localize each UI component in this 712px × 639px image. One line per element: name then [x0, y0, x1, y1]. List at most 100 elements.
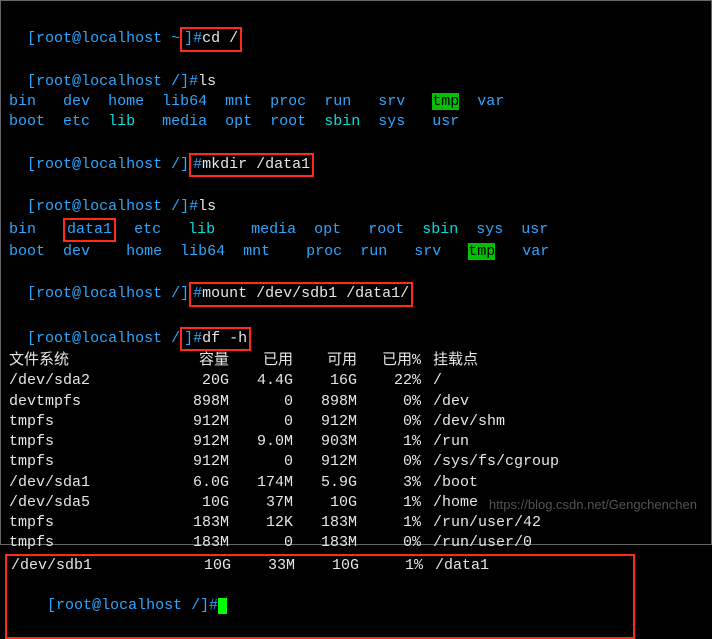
df-avail: 912M: [293, 412, 357, 432]
prompt-open: [: [27, 30, 36, 47]
df-size: 183M: [159, 533, 229, 553]
df-used: 33M: [231, 556, 295, 576]
df-avail: 183M: [293, 513, 357, 533]
sticky-tmp: tmp: [468, 243, 495, 260]
df-mnt: /dev/shm: [421, 412, 505, 432]
df-used: 12K: [229, 513, 293, 533]
df-h-used: 已用: [229, 351, 293, 371]
df-size: 10G: [161, 556, 231, 576]
cmd-line-mkdir[interactable]: [root@localhost /]#mkdir /data1: [9, 133, 703, 178]
df-mnt: /boot: [421, 473, 478, 493]
df-avail: 898M: [293, 392, 357, 412]
cmd-ls1: ls: [198, 73, 216, 90]
df-mnt: /home: [421, 493, 478, 513]
df-used: 0: [229, 452, 293, 472]
df-used: 37M: [229, 493, 293, 513]
df-mnt: /run: [421, 432, 469, 452]
df-rows: /dev/sda220G4.4G16G22%/devtmpfs898M0898M…: [9, 371, 703, 553]
df-pct: 0%: [357, 452, 421, 472]
cmd-line-cd[interactable]: [root@localhost ~]#cd /: [9, 7, 703, 52]
prompt-user: root: [36, 30, 72, 47]
cmd-line-mount[interactable]: [root@localhost /]#mount /dev/sdb1 /data…: [9, 262, 703, 307]
df-used: 0: [229, 412, 293, 432]
df-pct: 0%: [357, 533, 421, 553]
df-h-mnt: 挂载点: [421, 351, 478, 371]
df-size: 183M: [159, 513, 229, 533]
cursor-icon: [218, 598, 227, 614]
df-avail: 10G: [295, 556, 359, 576]
df-pct: 1%: [357, 493, 421, 513]
df-fs: tmpfs: [9, 533, 159, 553]
cmd-line-ls2[interactable]: [root@localhost /]#ls: [9, 177, 703, 218]
df-pct: 1%: [357, 513, 421, 533]
prompt-host: localhost: [81, 30, 162, 47]
df-size: 10G: [159, 493, 229, 513]
df-used: 9.0M: [229, 432, 293, 452]
df-pct: 3%: [357, 473, 421, 493]
df-row: /dev/sda220G4.4G16G22%/: [9, 371, 703, 391]
cmd-line-df[interactable]: [root@localhost /]#df -h: [9, 307, 703, 352]
df-h-fs: 文件系统: [9, 351, 159, 371]
cmd-mkdir: mkdir /data1: [202, 156, 310, 173]
data1-dir: data1: [67, 221, 112, 238]
df-fs: tmpfs: [9, 432, 159, 452]
df-mnt: /: [421, 371, 442, 391]
df-size: 20G: [159, 371, 229, 391]
prompt-at: @: [72, 30, 81, 47]
df-row: /dev/sda16.0G174M5.9G3%/boot: [9, 473, 703, 493]
df-pct: 0%: [357, 392, 421, 412]
df-row: tmpfs912M0912M0%/dev/shm: [9, 412, 703, 432]
sticky-tmp: tmp: [432, 93, 459, 110]
df-row: devtmpfs898M0898M0%/dev: [9, 392, 703, 412]
df-size: 912M: [159, 432, 229, 452]
df-row: tmpfs912M9.0M903M1%/run: [9, 432, 703, 452]
ls2-row2: boot dev home lib64 mnt proc run srv tmp…: [9, 242, 703, 262]
df-size: 898M: [159, 392, 229, 412]
prompt-line-final[interactable]: [root@localhost /]#: [11, 576, 631, 637]
df-avail: 5.9G: [293, 473, 357, 493]
df-fs: /dev/sda5: [9, 493, 159, 513]
ls1-row2: boot etc lib media opt root sbin sys usr: [9, 112, 703, 132]
df-fs: tmpfs: [9, 412, 159, 432]
df-size: 912M: [159, 412, 229, 432]
df-mnt: /dev: [421, 392, 469, 412]
cmd-ls2: ls: [198, 198, 216, 215]
df-row-highlight: /dev/sdb110G33M10G1%/data1 [root@localho…: [5, 554, 635, 639]
df-used: 174M: [229, 473, 293, 493]
df-h-size: 容量: [159, 351, 229, 371]
df-size: 912M: [159, 452, 229, 472]
df-pct: 1%: [357, 432, 421, 452]
df-fs: tmpfs: [9, 513, 159, 533]
df-size: 6.0G: [159, 473, 229, 493]
ls1-row1: bin dev home lib64 mnt proc run srv tmp …: [9, 92, 703, 112]
df-mnt: /sys/fs/cgroup: [421, 452, 559, 472]
df-avail: 10G: [293, 493, 357, 513]
df-row: tmpfs912M0912M0%/sys/fs/cgroup: [9, 452, 703, 472]
df-used: 0: [229, 533, 293, 553]
df-pct: 0%: [357, 412, 421, 432]
df-avail: 16G: [293, 371, 357, 391]
df-avail: 903M: [293, 432, 357, 452]
df-row: /dev/sdb110G33M10G1%/data1: [11, 556, 631, 576]
ls2-row1: bin data1 etc lib media opt root sbin sy…: [9, 218, 703, 242]
df-used: 0: [229, 392, 293, 412]
df-h-avail: 可用: [293, 351, 357, 371]
df-used: 4.4G: [229, 371, 293, 391]
df-avail: 912M: [293, 452, 357, 472]
df-header: 文件系统 容量 已用 可用 已用% 挂载点: [9, 351, 703, 371]
prompt-close: ]#: [184, 30, 202, 47]
cmd-df: df -h: [202, 330, 247, 347]
df-fs: tmpfs: [9, 452, 159, 472]
cmd-mount: mount /dev/sdb1 /data1/: [202, 285, 409, 302]
df-row: tmpfs183M12K183M1%/run/user/42: [9, 513, 703, 533]
df-mnt: /data1: [423, 556, 489, 576]
df-fs: /dev/sda2: [9, 371, 159, 391]
df-fs: /dev/sdb1: [11, 556, 161, 576]
cmd-cd: cd /: [202, 30, 238, 47]
cmd-line-ls1[interactable]: [root@localhost /]#ls: [9, 52, 703, 93]
df-mnt: /run/user/42: [421, 513, 541, 533]
df-fs: devtmpfs: [9, 392, 159, 412]
prompt-cwd: ~: [171, 30, 180, 47]
df-pct: 1%: [359, 556, 423, 576]
df-row: tmpfs183M0183M0%/run/user/0: [9, 533, 703, 553]
